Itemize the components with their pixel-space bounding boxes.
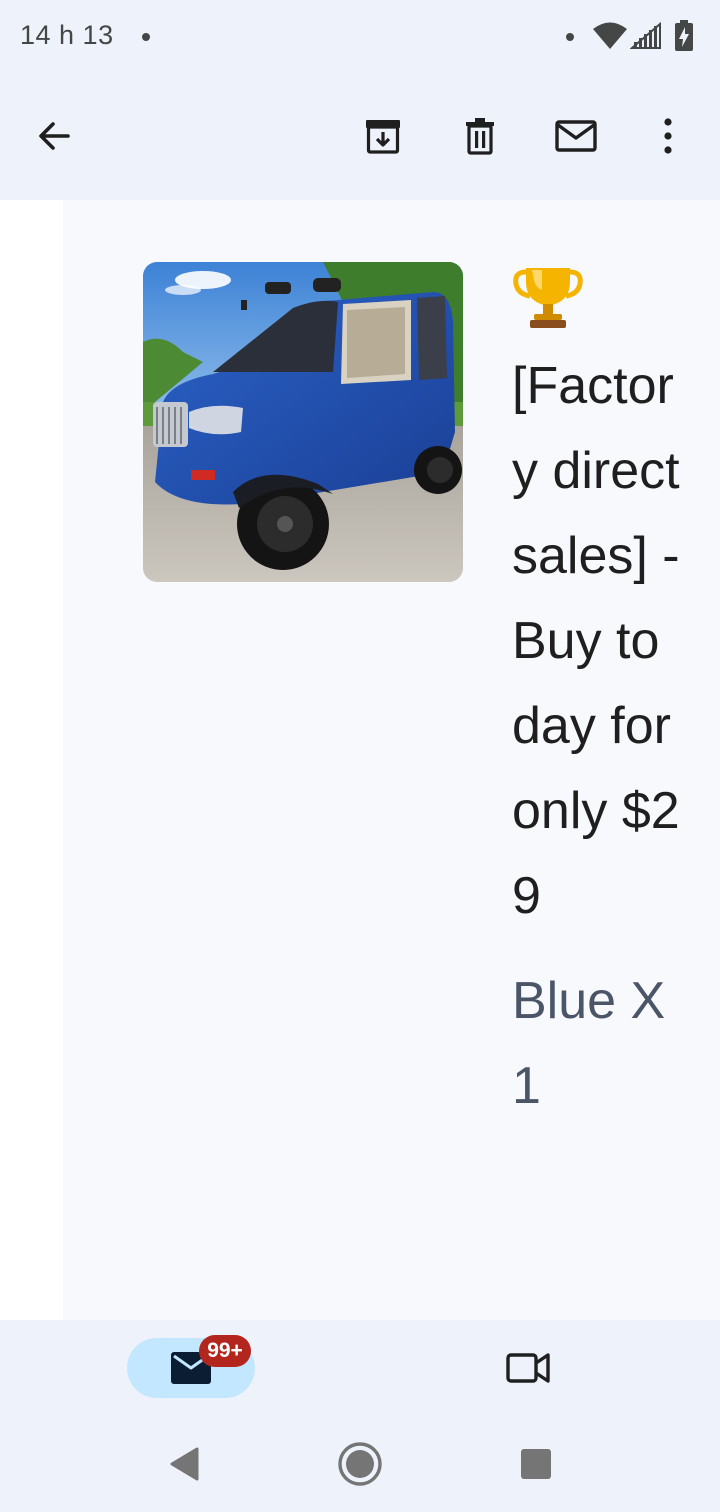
system-recents-button[interactable] [512,1440,560,1488]
notification-dot-icon [566,33,574,41]
circle-home-icon [338,1442,382,1486]
car-photo-icon [143,262,463,582]
battery-charging-icon [675,20,693,51]
triangle-back-icon [170,1447,199,1481]
trophy-icon [513,268,583,328]
nav-meet-tab[interactable] [496,1344,560,1392]
app-bar [0,76,720,200]
email-body[interactable]: [Factory direct sales] -Buy today for on… [0,200,720,1320]
archive-button[interactable] [351,104,415,168]
videocam-icon [506,1353,550,1383]
notification-dot-icon [142,33,150,41]
message-text[interactable]: [Factory direct sales] -Buy today for on… [512,260,682,1129]
headline-text: [Factory direct sales] -Buy today for on… [512,357,680,925]
bottom-navigation: 99+ [0,1320,720,1420]
system-home-button[interactable] [336,1440,384,1488]
more-vert-icon [664,118,672,154]
back-button[interactable] [22,104,86,168]
product-image[interactable] [143,262,463,582]
variant-text: Blue X 1 [512,972,666,1115]
mark-unread-button[interactable] [544,104,608,168]
wifi-icon [593,22,627,49]
system-back-button[interactable] [160,1440,208,1488]
unread-count-badge: 99+ [199,1335,251,1367]
archive-icon [366,120,400,154]
status-bar: 14 h 13 [0,0,720,76]
status-time: 14 h 13 [20,20,114,50]
trash-icon [466,118,494,155]
mail-icon [555,120,597,152]
signal-icon [630,22,661,49]
delete-button[interactable] [448,104,512,168]
square-recents-icon [521,1449,551,1479]
more-options-button[interactable] [636,104,700,168]
arrow-back-icon [39,122,70,150]
system-navigation [0,1420,720,1512]
